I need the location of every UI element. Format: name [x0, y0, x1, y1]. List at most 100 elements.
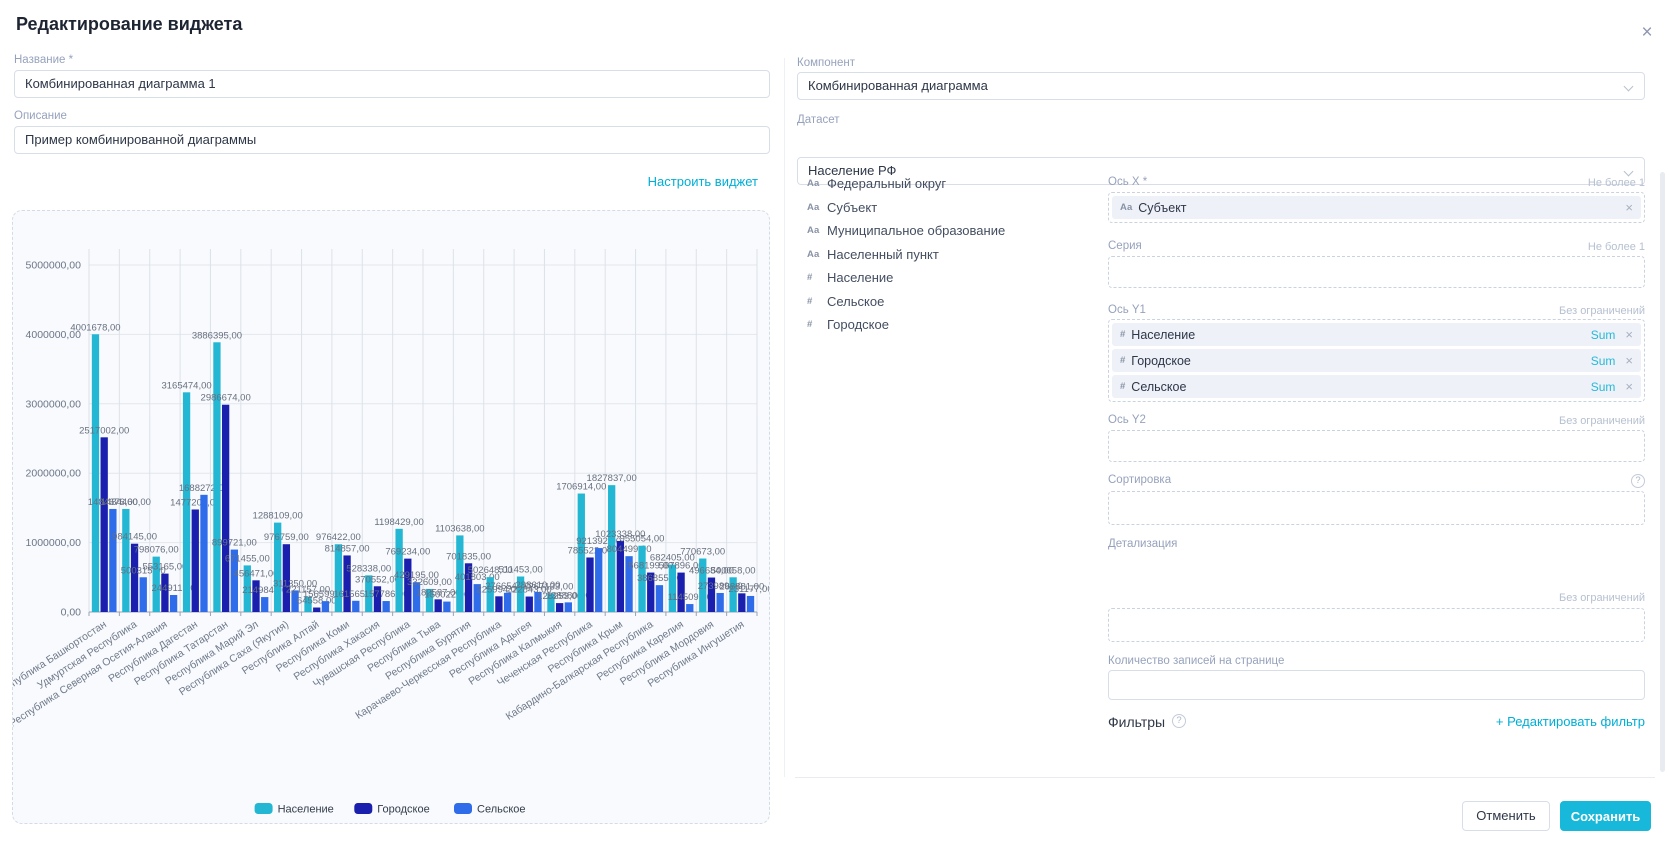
dataset-field-list: АаФедеральный округАаСубъектАаМуниципаль… — [807, 172, 1097, 337]
bar-value-label: 770673,00 — [680, 547, 725, 558]
configure-widget-link[interactable]: Настроить виджет — [648, 174, 758, 189]
chart-bar — [738, 593, 745, 612]
dataset-field-item[interactable]: АаФедеральный округ — [807, 172, 1097, 196]
axis-x-label: Ось X * — [1108, 176, 1147, 188]
chart-bar — [200, 495, 207, 612]
remove-icon[interactable]: × — [1625, 200, 1633, 215]
aggregation-badge[interactable]: Sum — [1591, 354, 1616, 368]
aggregation-badge[interactable]: Sum — [1591, 328, 1616, 342]
component-select[interactable]: Комбинированная диаграмма — [797, 72, 1645, 100]
chart-bar — [92, 334, 99, 612]
axis-y1-chip-label: Население — [1131, 328, 1195, 342]
axis-x-dropzone[interactable]: Аа Субъект × — [1108, 192, 1645, 223]
dataset-field-item[interactable]: #Население — [807, 266, 1097, 290]
chart-bar — [747, 596, 754, 612]
bar-value-label: 3886395,00 — [192, 330, 242, 341]
axis-y1-chip[interactable]: #ГородскоеSum× — [1112, 349, 1641, 372]
legend-label: Сельское — [477, 804, 526, 816]
page-size-label: Количество записей на странице — [1108, 655, 1284, 667]
axis-y1-chip[interactable]: #НаселениеSum× — [1112, 323, 1641, 346]
axis-y1-chip[interactable]: #СельскоеSum× — [1112, 375, 1641, 398]
extra-dropzone[interactable] — [1108, 608, 1645, 642]
chart-bar — [565, 602, 572, 612]
dataset-field-label: Населенный пункт — [827, 247, 939, 262]
axis-y2-dropzone[interactable] — [1108, 430, 1645, 462]
bar-value-label: 976759,00 — [264, 532, 309, 543]
chart-bar — [222, 405, 229, 612]
bar-value-label: 671455,00 — [225, 553, 270, 564]
name-input[interactable]: Комбинированная диаграмма 1 — [14, 70, 770, 98]
edit-filter-link[interactable]: + Редактировать фильтр — [1496, 714, 1645, 729]
axis-x-chip-label: Субъект — [1138, 201, 1186, 215]
bar-value-label: 701835,00 — [446, 551, 491, 562]
sorting-help-icon[interactable]: ? — [1631, 474, 1645, 488]
remove-icon[interactable]: × — [1625, 379, 1633, 394]
chart-bar — [526, 597, 533, 612]
bar-value-label: 231177,00 — [728, 584, 769, 595]
sorting-label: Сортировка — [1108, 474, 1171, 486]
bar-value-label: 2517002,00 — [79, 425, 129, 436]
axis-y1-hint: Без ограничений — [1445, 305, 1645, 317]
series-label: Серия — [1108, 240, 1142, 252]
axis-x-chip[interactable]: Аа Субъект × — [1112, 196, 1641, 219]
bar-value-label: 456471,00 — [234, 568, 279, 579]
chevron-down-icon — [1624, 167, 1634, 177]
description-label: Описание — [14, 110, 67, 122]
dataset-field-label: Городское — [827, 317, 889, 332]
chart-bar — [595, 548, 602, 612]
axis-y1-label: Ось Y1 — [1108, 304, 1146, 316]
combined-chart: 0,001000000,002000000,003000000,00400000… — [13, 211, 769, 823]
bar-value-label: 511453,00 — [498, 565, 542, 576]
scrollbar[interactable] — [1660, 172, 1665, 772]
chart-bar — [170, 595, 177, 612]
filters-help-icon[interactable]: ? — [1172, 714, 1186, 728]
chart-bar — [322, 601, 329, 612]
component-value: Комбинированная диаграмма — [808, 78, 988, 93]
dataset-field-item[interactable]: АаНаселенный пункт — [807, 243, 1097, 267]
bar-value-label: 1198429,00 — [374, 517, 424, 528]
chart-bar — [109, 509, 116, 612]
page-size-input[interactable] — [1108, 670, 1645, 700]
dataset-field-item[interactable]: АаМуниципальное образование — [807, 219, 1097, 243]
text-field-icon: Аа — [1120, 202, 1132, 213]
chart-bar — [140, 577, 147, 612]
bar-value-label: 1477202,00 — [170, 497, 220, 508]
y-axis-label: 2000000,00 — [26, 468, 82, 480]
close-icon[interactable]: × — [1636, 22, 1658, 44]
bar-value-label: 984145,00 — [112, 532, 157, 543]
cancel-button[interactable]: Отменить — [1462, 801, 1550, 831]
sorting-dropzone[interactable] — [1108, 491, 1645, 525]
chart-bar — [504, 593, 511, 612]
chart-bar — [717, 593, 724, 612]
filters-label: Фильтры — [1108, 714, 1165, 730]
description-input[interactable]: Пример комбинированной диаграммы — [14, 126, 770, 154]
bar-value-label: 1103638,00 — [435, 523, 485, 534]
bar-value-label: 1827837,00 — [587, 473, 637, 484]
dataset-field-label: Субъект — [827, 200, 877, 215]
legend-swatch — [255, 803, 273, 814]
legend-swatch — [354, 803, 372, 814]
bar-value-label: 1688272,00 — [179, 483, 229, 494]
chart-bar — [313, 608, 320, 612]
axis-y1-dropzone[interactable]: #НаселениеSum×#ГородскоеSum×#СельскоеSum… — [1108, 319, 1645, 402]
chart-bar — [435, 599, 442, 612]
remove-icon[interactable]: × — [1625, 353, 1633, 368]
bar-value-label: 814857,00 — [325, 543, 370, 554]
aggregation-badge[interactable]: Sum — [1591, 380, 1616, 394]
axis-y2-label: Ось Y2 — [1108, 414, 1146, 426]
series-dropzone[interactable] — [1108, 256, 1645, 288]
number-field-icon: # — [807, 272, 827, 283]
text-field-icon: Аа — [807, 178, 827, 189]
legend-swatch — [454, 803, 472, 814]
dataset-field-label: Федеральный округ — [827, 176, 946, 191]
number-field-icon: # — [1120, 355, 1125, 366]
legend-label: Городское — [377, 804, 429, 816]
dataset-field-item[interactable]: #Городское — [807, 313, 1097, 337]
dataset-field-item[interactable]: АаСубъект — [807, 196, 1097, 220]
legend-label: Население — [278, 804, 334, 816]
dataset-field-item[interactable]: #Сельское — [807, 290, 1097, 314]
save-button[interactable]: Сохранить — [1560, 801, 1651, 831]
y-axis-label: 0,00 — [61, 607, 82, 619]
y-axis-label: 1000000,00 — [26, 537, 82, 549]
remove-icon[interactable]: × — [1625, 327, 1633, 342]
